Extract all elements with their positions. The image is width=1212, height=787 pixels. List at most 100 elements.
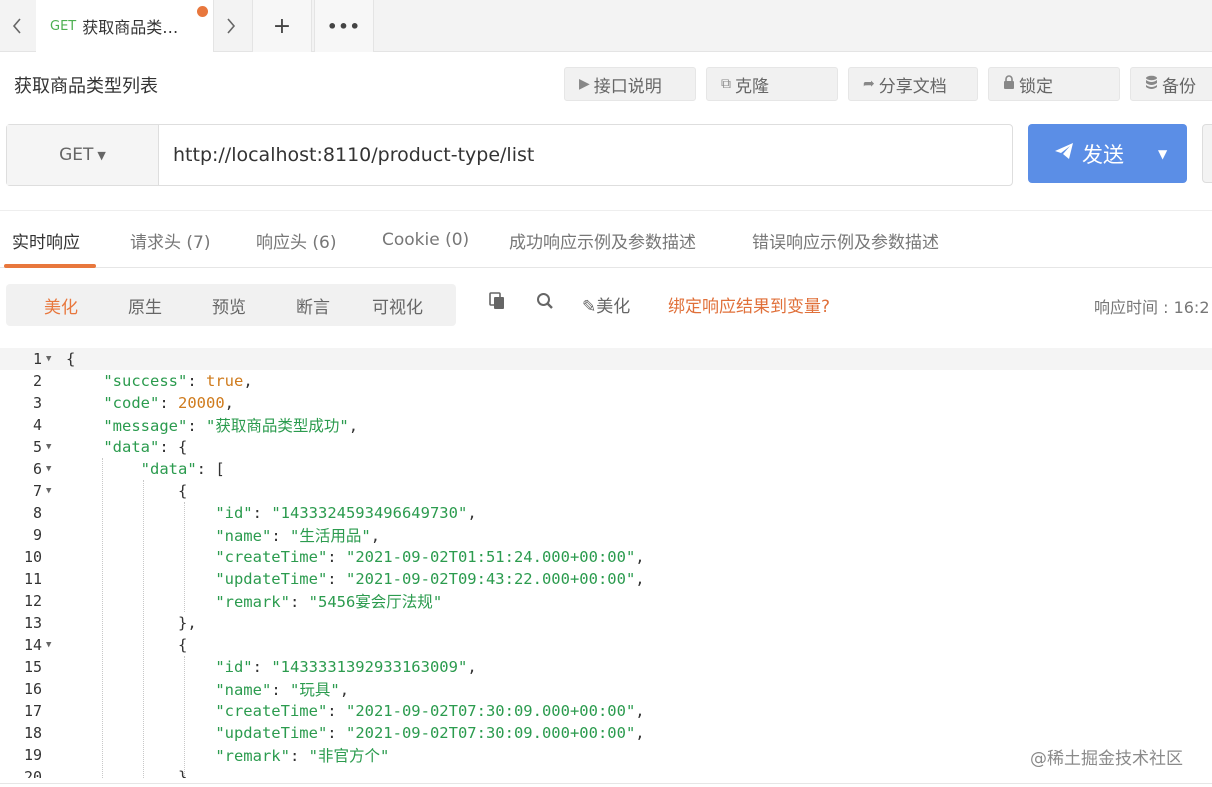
- code-text: "remark": "5456宴会厅法规": [215, 593, 443, 611]
- code-text: {: [66, 482, 188, 500]
- bind-response-link[interactable]: 绑定响应结果到变量?: [668, 292, 830, 317]
- tab-bar: GET 获取商品类… + •••: [0, 0, 1212, 52]
- share-icon: ➦: [863, 76, 875, 92]
- search-icon[interactable]: [536, 292, 554, 315]
- lock-button[interactable]: 锁定: [988, 67, 1120, 101]
- json-value: true: [206, 372, 244, 390]
- tab-error-example[interactable]: 错误响应示例及参数描述: [752, 211, 939, 269]
- code-line: 18 "updateTime": "2021-09-02T07:30:09.00…: [0, 722, 1212, 744]
- lock-button-label: 锁定: [1019, 76, 1053, 97]
- doc-button-label: 接口说明: [593, 76, 662, 97]
- tab-cookie[interactable]: Cookie (0): [382, 211, 469, 269]
- line-number: 13: [23, 614, 42, 632]
- url-input[interactable]: [173, 125, 993, 185]
- view-beautify[interactable]: 美化: [44, 284, 78, 326]
- backup-button[interactable]: 备份: [1130, 67, 1212, 101]
- code-line: 16 "name": "玩具",: [0, 678, 1212, 700]
- tab-request-headers[interactable]: 请求头 (7): [130, 211, 210, 269]
- chevron-left-icon[interactable]: [0, 0, 34, 52]
- line-number: 19: [23, 746, 42, 764]
- line-number: 2: [32, 372, 42, 390]
- view-raw[interactable]: 原生: [128, 284, 162, 326]
- code-line: 8 "id": "1433324593496649730",: [0, 502, 1212, 524]
- tab-success-example[interactable]: 成功响应示例及参数描述: [509, 211, 696, 269]
- send-dropdown-icon[interactable]: ▼: [1158, 147, 1167, 161]
- clone-button[interactable]: ⧉ 克隆: [706, 67, 838, 101]
- share-button[interactable]: ➦ 分享文档: [848, 67, 978, 101]
- database-icon: [1145, 75, 1158, 94]
- code-text: "success": true,: [103, 372, 253, 390]
- play-icon: ▶: [579, 76, 590, 92]
- line-number: 3: [32, 394, 42, 412]
- method-select[interactable]: GET ▼: [7, 125, 159, 185]
- copy-icon: ⧉: [721, 76, 731, 92]
- json-value: 1433331392933163009: [280, 658, 458, 676]
- view-preview[interactable]: 预览: [212, 284, 246, 326]
- line-number: 7: [32, 482, 42, 500]
- json-value: 20000: [178, 394, 225, 412]
- send-button[interactable]: 发送 ▼: [1028, 124, 1187, 183]
- view-assert[interactable]: 断言: [296, 284, 330, 326]
- code-text: "id": "1433324593496649730",: [215, 504, 477, 522]
- code-text: }: [66, 768, 188, 778]
- doc-button[interactable]: ▶ 接口说明: [564, 67, 696, 101]
- beautify-tool-button[interactable]: ✎美化: [582, 292, 630, 317]
- more-tabs-button[interactable]: •••: [314, 0, 374, 52]
- tab-response-headers[interactable]: 响应头 (6): [256, 211, 336, 269]
- watermark: @稀土掘金技术社区: [1030, 749, 1183, 769]
- method-select-value: GET: [59, 145, 94, 165]
- code-line: 3 "code": 20000,: [0, 392, 1212, 414]
- fold-arrow-icon[interactable]: ▼: [46, 354, 51, 364]
- code-line: 14 ▼ {: [0, 634, 1212, 656]
- api-title: 获取商品类型列表: [14, 76, 158, 97]
- fold-arrow-icon[interactable]: ▼: [46, 486, 51, 496]
- response-json-viewer[interactable]: 1 ▼ { 2 "success": true, 3 "code": 20000…: [0, 348, 1212, 778]
- line-number: 17: [23, 702, 42, 720]
- action-buttons: ▶ 接口说明 ⧉ 克隆 ➦ 分享文档 锁定 备份: [564, 67, 1212, 101]
- tab-method: GET: [50, 18, 77, 34]
- json-value: 非官方个: [317, 747, 380, 765]
- code-line: 5 ▼ "data": {: [0, 436, 1212, 458]
- code-line: 2 "success": true,: [0, 370, 1212, 392]
- code-text: "name": "玩具",: [215, 681, 350, 699]
- view-mode-group: 美化 原生 预览 断言 可视化: [6, 284, 456, 326]
- line-number: 16: [23, 680, 42, 698]
- unsaved-dot-icon: [197, 6, 208, 17]
- tab-realtime-response[interactable]: 实时响应: [12, 211, 80, 269]
- json-value: 2021-09-02T09:43:22.000+00:00: [355, 570, 626, 588]
- active-tab-indicator: [4, 264, 96, 268]
- paper-plane-icon: [1054, 142, 1074, 165]
- code-text: },: [66, 614, 197, 632]
- code-line: 13 },: [0, 612, 1212, 634]
- tab-title: 获取商品类…: [82, 18, 179, 37]
- code-text: "createTime": "2021-09-02T07:30:09.000+0…: [215, 702, 645, 720]
- fold-arrow-icon[interactable]: ▼: [46, 640, 51, 650]
- response-tabs: 实时响应 请求头 (7) 响应头 (6) Cookie (0) 成功响应示例及参…: [0, 210, 1212, 268]
- json-value: 5456宴会厅法规: [317, 593, 433, 611]
- code-text: "remark": "非官方个": [215, 747, 390, 765]
- save-button-edge[interactable]: [1202, 124, 1212, 183]
- copy-response-icon[interactable]: [488, 292, 506, 315]
- code-text: "id": "1433331392933163009",: [215, 658, 477, 676]
- json-value: 2021-09-02T07:30:09.000+00:00: [355, 724, 626, 742]
- line-number: 11: [23, 570, 42, 588]
- share-button-label: 分享文档: [878, 76, 947, 97]
- line-number: 1: [32, 350, 42, 368]
- code-text: "name": "生活用品",: [215, 527, 381, 545]
- code-line: 7 ▼ {: [0, 480, 1212, 502]
- fold-arrow-icon[interactable]: ▼: [46, 464, 51, 474]
- json-value: 2021-09-02T07:30:09.000+00:00: [355, 702, 626, 720]
- line-number: 4: [32, 416, 42, 434]
- chevron-right-icon[interactable]: [214, 0, 248, 52]
- json-value: 获取商品类型成功: [215, 417, 340, 435]
- code-text: "data": [: [140, 460, 225, 478]
- magic-wand-icon: ✎: [582, 297, 597, 317]
- view-visualize[interactable]: 可视化: [372, 284, 423, 326]
- fold-arrow-icon[interactable]: ▼: [46, 442, 51, 452]
- add-tab-button[interactable]: +: [252, 0, 312, 52]
- code-text: {: [66, 636, 188, 654]
- tab-request-active[interactable]: GET 获取商品类…: [36, 0, 214, 52]
- divider: [0, 783, 1212, 784]
- code-line: 10 "createTime": "2021-09-02T01:51:24.00…: [0, 546, 1212, 568]
- clone-button-label: 克隆: [735, 76, 769, 97]
